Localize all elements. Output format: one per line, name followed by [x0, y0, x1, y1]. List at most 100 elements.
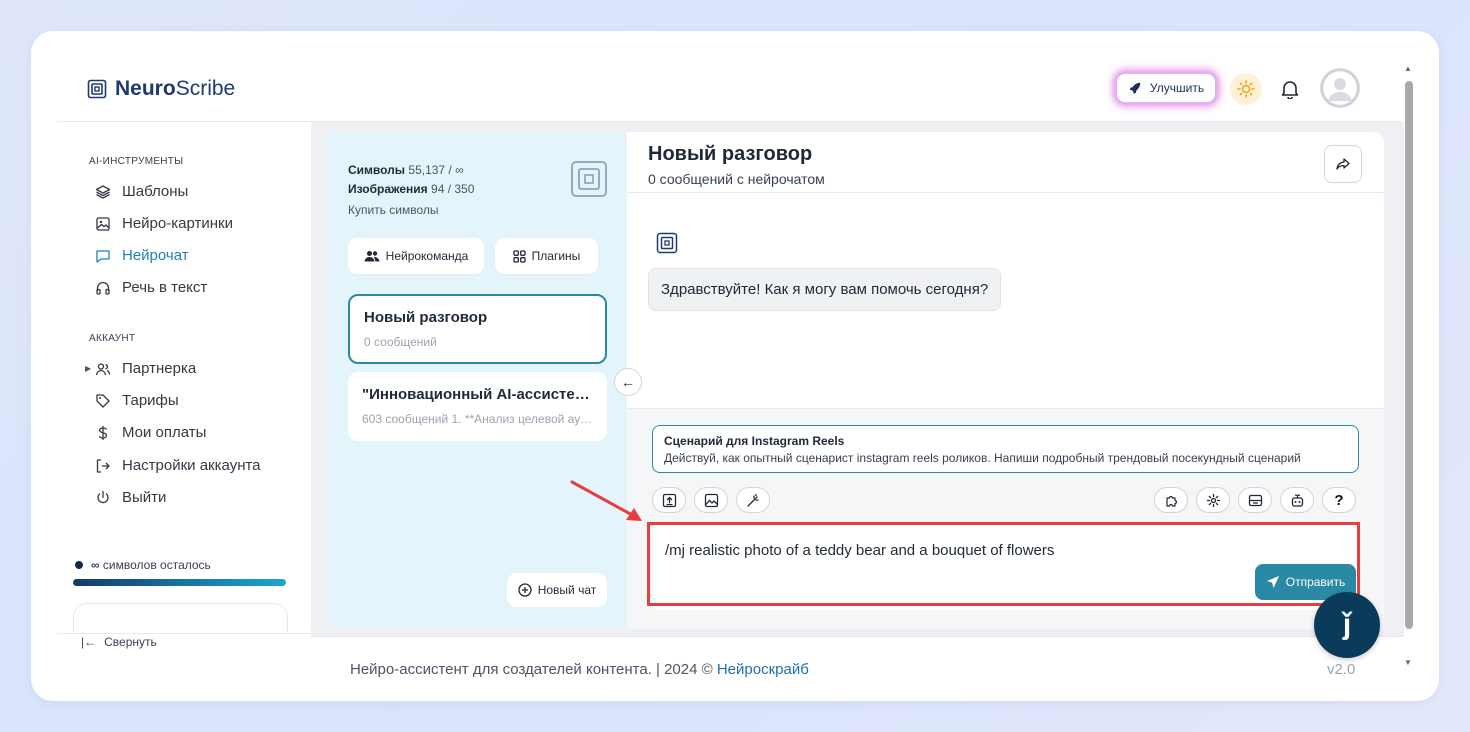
plugins-button[interactable]: Плагины: [495, 238, 598, 274]
send-label: Отправить: [1285, 575, 1346, 589]
users-icon: [95, 362, 111, 375]
scroll-down-arrow-icon[interactable]: ▼: [1404, 658, 1412, 667]
chat-header-divider: [627, 192, 1384, 193]
sidebar-item-tariffs[interactable]: Тарифы: [95, 392, 179, 409]
upload-icon: [662, 493, 676, 507]
credits-symbol: ∞: [91, 558, 100, 572]
scroll-up-arrow-icon[interactable]: ▲: [1404, 64, 1412, 73]
bot-avatar-icon: [656, 232, 678, 254]
chat-subtitle: 0 сообщений с нейрочатом: [648, 171, 825, 187]
collapse-sidebar-button[interactable]: |← Свернуть: [81, 635, 157, 649]
tag-icon: [96, 393, 110, 408]
chat-list-item-active[interactable]: Новый разговор 0 сообщений: [348, 294, 607, 364]
prompt-suggestion-card[interactable]: Сценарий для Instagram Reels Действуй, к…: [652, 425, 1359, 473]
panel-icon: [1248, 494, 1262, 506]
app-version: v2.0: [1327, 661, 1356, 678]
sidebar-item-label: Нейрочат: [122, 247, 189, 264]
theme-toggle-button[interactable]: [1230, 73, 1262, 105]
chat-icon: [96, 249, 110, 263]
image-icon: [96, 216, 110, 231]
chat-item-subtitle: 603 сообщений 1. **Анализ целевой аудито…: [362, 412, 593, 426]
collapse-label: Свернуть: [104, 635, 157, 649]
bot-button[interactable]: [1280, 487, 1314, 513]
footer-copyright: Нейро-ассистент для создателей контента.…: [350, 661, 717, 678]
sidebar-item-account-settings[interactable]: Настройки аккаунта: [95, 457, 261, 474]
magic-wand-icon: [746, 493, 759, 507]
message-input[interactable]: [665, 539, 1225, 561]
section-title-ai-tools: AI-ИНСТРУМЕНТЫ: [89, 156, 184, 167]
sun-icon: [1237, 80, 1255, 98]
sidebar-scroll-stub: [73, 603, 288, 634]
app-window: NeuroScribe Улучшить AI-ИНСТРУМЕНТЫ Шабл…: [31, 31, 1439, 701]
assistant-message: Здравствуйте! Как я могу вам помочь сего…: [648, 268, 1002, 311]
support-fab-glyph: ǰ: [1342, 608, 1352, 641]
layers-icon: [95, 184, 111, 199]
chat-list-item[interactable]: "Инновационный AI-ассистент для создател…: [348, 372, 607, 441]
logout-arrow-icon: [96, 458, 110, 473]
layout-button[interactable]: [1238, 487, 1272, 513]
neuroscribe-watermark-icon: [571, 161, 607, 197]
chat-item-title: Новый разговор: [364, 309, 488, 326]
share-button[interactable]: [1324, 145, 1362, 183]
upgrade-button[interactable]: Улучшить: [1115, 72, 1217, 104]
neuro-team-button[interactable]: Нейрокоманда: [348, 238, 484, 274]
plus-circle-icon: [518, 583, 532, 597]
sidebar-item-label: Шаблоны: [122, 183, 189, 200]
scrollbar-thumb[interactable]: [1405, 81, 1413, 629]
upload-button[interactable]: [652, 487, 686, 513]
sidebar-item-label: Мои оплаты: [122, 424, 207, 441]
sidebar-divider: [57, 633, 311, 634]
headphones-icon: [96, 281, 110, 295]
sidebar-item-my-payments[interactable]: Мои оплаты: [95, 424, 206, 441]
brand-logo[interactable]: NeuroScribe: [87, 77, 235, 101]
neuroscribe-logo-icon: [87, 79, 107, 99]
caret-right-icon: ▶: [85, 364, 92, 373]
share-arrow-icon: [1336, 158, 1350, 170]
user-avatar[interactable]: [1320, 68, 1360, 108]
bell-icon: [1281, 81, 1299, 99]
buy-symbols-link[interactable]: Купить символы: [348, 199, 474, 221]
sidebar-item-neuro-images[interactable]: Нейро-картинки: [95, 215, 233, 232]
user-silhouette-icon: [1320, 68, 1360, 108]
sidebar-item-label: Выйти: [122, 489, 167, 506]
arrow-left-icon: ←: [621, 374, 635, 390]
brand-name-regular: Scribe: [175, 77, 236, 100]
credits-remaining: ∞ символов осталось: [75, 558, 211, 572]
chat-list-panel: Символы 55,137 / ∞ Изображения 94 / 350 …: [327, 132, 626, 628]
puzzle-icon: [1165, 495, 1177, 507]
sidebar-item-label: Партнерка: [122, 360, 197, 377]
chat-panel: Новый разговор 0 сообщений с нейрочатом …: [627, 132, 1384, 629]
support-chat-fab[interactable]: ǰ: [1314, 592, 1380, 658]
plugins-label: Плагины: [531, 249, 581, 263]
images-value: 94 / 350: [431, 182, 475, 196]
symbols-value: 55,137 / ∞: [408, 163, 464, 177]
sidebar-item-partners[interactable]: ▶ Партнерка: [85, 360, 197, 377]
help-button[interactable]: ?: [1322, 487, 1356, 513]
prompt-suggestion-text: Действуй, как опытный сценарист instagra…: [664, 451, 1301, 465]
sidebar-item-logout[interactable]: Выйти: [95, 489, 166, 506]
upgrade-label: Улучшить: [1149, 81, 1205, 95]
message-input-box: Отправить: [652, 526, 1359, 610]
image-attach-button[interactable]: [694, 487, 728, 513]
settings-button[interactable]: [1196, 487, 1230, 513]
usage-stats: Символы 55,137 / ∞ Изображения 94 / 350 …: [348, 159, 474, 221]
chat-item-title: "Инновационный AI-ассистент для создател…: [362, 386, 593, 403]
new-chat-button[interactable]: Новый чат: [507, 573, 607, 607]
credits-progress-bar: [73, 579, 286, 586]
plugin-puzzle-button[interactable]: [1154, 487, 1188, 513]
footer-link[interactable]: Нейроскрайб: [717, 661, 809, 678]
notifications-button[interactable]: [1276, 75, 1304, 103]
images-label: Изображения: [348, 182, 428, 196]
collapse-chat-list-button[interactable]: ←: [614, 368, 642, 396]
chat-title: Новый разговор: [648, 143, 813, 165]
chat-item-subtitle: 0 сообщений: [364, 335, 437, 349]
gear-icon: [1206, 493, 1220, 507]
new-chat-label: Новый чат: [537, 583, 597, 597]
section-title-account: АККАУНТ: [89, 333, 136, 344]
sidebar-item-templates[interactable]: Шаблоны: [95, 183, 188, 200]
prompt-suggestion-title: Сценарий для Instagram Reels: [664, 434, 845, 448]
brand-name-bold: Neuro: [115, 77, 176, 100]
sidebar-item-neurochat[interactable]: Нейрочат: [95, 247, 189, 264]
magic-wand-button[interactable]: [736, 487, 770, 513]
sidebar-item-speech-to-text[interactable]: Речь в текст: [95, 279, 207, 296]
